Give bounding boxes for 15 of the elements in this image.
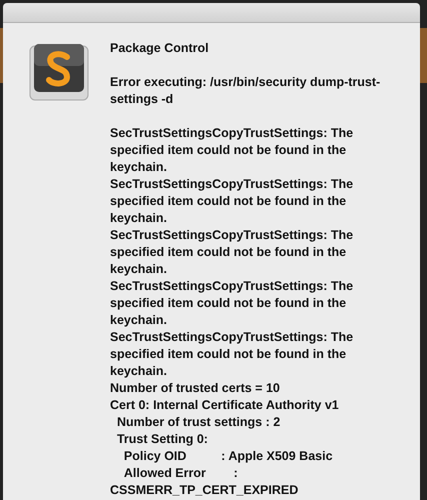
output-line: CSSMERR_TP_CERT_EXPIRED: [110, 482, 300, 499]
output-line: Number of trusted certs = 10: [110, 380, 281, 397]
error-message: Error executing: /usr/bin/security dump-trust-settings -d: [110, 74, 382, 108]
output-line: SecTrustSettingsCopyTrustSettings: The specified item could not be found in the keychain.: [110, 329, 354, 380]
output-line: Allowed Error :: [122, 465, 239, 482]
output-line: SecTrustSettingsCopyTrustSettings: The specified item could not be found in the keychain.: [110, 227, 354, 278]
output-line: SecTrustSettingsCopyTrustSettings: The specified item could not be found in the keychain.: [110, 176, 354, 227]
output-line: Cert 0: Internal Certificate Authority v1: [110, 397, 340, 414]
output-line: Trust Setting 0:: [116, 431, 209, 448]
dialog-title: Package Control: [110, 40, 210, 57]
output-line: SecTrustSettingsCopyTrustSettings: The specified item could not be found in the keychain.: [110, 278, 354, 329]
output-line: Number of trust settings : 2: [116, 414, 282, 431]
output-line: SecTrustSettingsCopyTrustSettings: The specified item could not be found in the keychain.: [110, 125, 354, 176]
output-line: Policy OID : Apple X509 Basic: [122, 448, 334, 465]
app-icon: [29, 43, 89, 101]
